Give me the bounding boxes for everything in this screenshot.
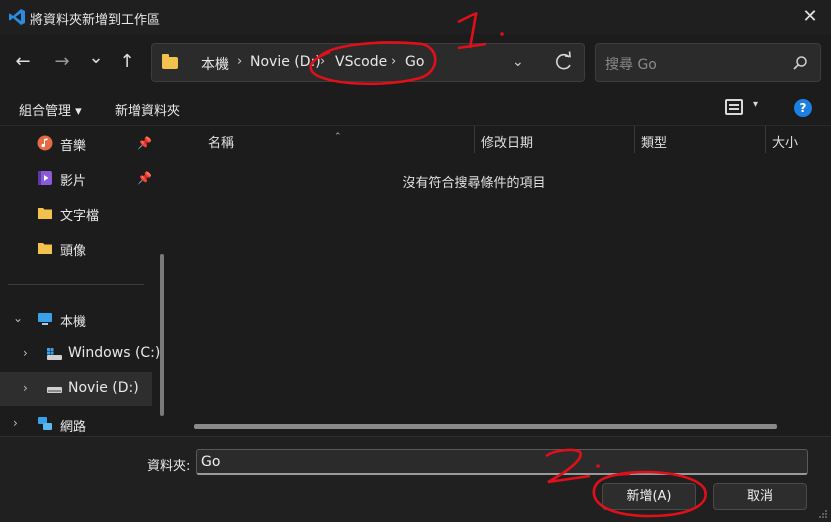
- dialog-footer: 資料夾: 新增(A) 取消: [0, 436, 831, 522]
- sidebar-item-label: 本機: [60, 315, 87, 330]
- sidebar-item-label: Windows (C:): [68, 345, 161, 361]
- sidebar-item-music[interactable]: 音樂 📌: [0, 126, 152, 160]
- resize-grip-icon[interactable]: [818, 509, 828, 519]
- chevron-right-icon[interactable]: ›: [13, 416, 18, 430]
- sidebar-item-videos[interactable]: 影片 📌: [0, 161, 152, 195]
- sidebar-item-text-files[interactable]: 文字檔: [0, 196, 152, 230]
- column-header-label: 大小: [772, 136, 799, 151]
- title-bar: 將資料夾新增到工作區 ✕: [0, 0, 831, 34]
- chevron-right-icon[interactable]: ›: [23, 381, 28, 395]
- chevron-right-icon: ›: [237, 54, 243, 69]
- folder-icon: [38, 208, 52, 219]
- column-header-type[interactable]: 類型: [635, 126, 765, 153]
- navigation-bar: ← → ⌄ ↑ 本機 › Novie (D:) › VScode › Go ⌄ …: [0, 34, 831, 90]
- column-header-modified[interactable]: 修改日期: [475, 126, 634, 153]
- column-header-label: 修改日期: [481, 136, 534, 151]
- search-placeholder: 搜尋 Go: [605, 57, 657, 73]
- sidebar-item-label: 網路: [60, 420, 87, 435]
- pin-icon[interactable]: 📌: [137, 171, 152, 185]
- sidebar-divider: [8, 284, 144, 285]
- address-bar[interactable]: 本機 › Novie (D:) › VScode › Go ⌄: [151, 43, 585, 82]
- search-icon: [793, 56, 807, 70]
- forward-arrow-icon[interactable]: →: [50, 50, 74, 74]
- drive-icon: [47, 387, 62, 393]
- new-folder-button[interactable]: 新增資料夾: [115, 100, 180, 119]
- sidebar-item-label: 音樂: [60, 139, 87, 154]
- column-header-size[interactable]: 大小: [766, 126, 831, 153]
- breadcrumb-go[interactable]: Go: [405, 54, 424, 70]
- music-icon: [37, 135, 53, 151]
- breadcrumb-vscode[interactable]: VScode: [335, 54, 387, 70]
- column-header-name[interactable]: 名稱 ⌃: [174, 126, 474, 153]
- folder-icon: [162, 54, 178, 69]
- chevron-right-icon[interactable]: ›: [23, 346, 28, 360]
- navigation-pane: 音樂 📌 影片 📌 文字檔 頭像 ⌄ 本機 › Windows (C:) › N…: [0, 126, 172, 436]
- help-icon[interactable]: ?: [794, 99, 812, 117]
- sidebar-item-windows-c[interactable]: › Windows (C:): [0, 337, 160, 371]
- up-arrow-icon[interactable]: ↑: [115, 50, 139, 74]
- sidebar-item-novie-d[interactable]: › Novie (D:): [0, 372, 152, 406]
- sidebar-item-avatars[interactable]: 頭像: [0, 231, 152, 265]
- folder-name-input[interactable]: [196, 449, 808, 475]
- add-button[interactable]: 新增(A): [602, 483, 696, 510]
- file-list: 名稱 ⌃ 修改日期 類型 大小 沒有符合搜尋條件的項目: [174, 126, 831, 436]
- search-box[interactable]: 搜尋 Go: [595, 43, 821, 82]
- sidebar-item-label: Novie (D:): [68, 380, 139, 396]
- folder-icon: [38, 243, 52, 254]
- column-header-label: 名稱: [208, 136, 235, 151]
- command-bar: 組合管理 ▾ 新增資料夾 ▾ ?: [0, 90, 831, 126]
- window-title: 將資料夾新增到工作區: [30, 13, 161, 28]
- organize-menu-button[interactable]: 組合管理 ▾: [19, 100, 82, 119]
- video-icon: [38, 171, 52, 185]
- breadcrumb-drive-d[interactable]: Novie (D:): [250, 54, 321, 70]
- folder-field-label: 資料夾:: [147, 459, 191, 474]
- sort-ascending-icon: ⌃: [334, 132, 342, 142]
- view-dropdown-chevron-icon[interactable]: ▾: [753, 99, 758, 110]
- chevron-right-icon: ›: [391, 54, 397, 69]
- sidebar-item-label: 影片: [60, 174, 87, 189]
- system-drive-icon: [47, 348, 62, 360]
- view-details-icon[interactable]: [725, 99, 743, 115]
- chevron-down-icon[interactable]: ⌄: [13, 311, 23, 325]
- cancel-button[interactable]: 取消: [713, 483, 807, 510]
- refresh-icon[interactable]: [543, 43, 583, 82]
- sidebar-item-this-pc[interactable]: ⌄ 本機: [0, 302, 152, 336]
- chevron-right-icon: ›: [320, 54, 326, 69]
- empty-state-message: 沒有符合搜尋條件的項目: [402, 176, 546, 191]
- sidebar-item-label: 文字檔: [60, 209, 100, 224]
- sidebar-scrollbar-thumb[interactable]: [160, 254, 164, 416]
- address-dropdown-chevron-icon[interactable]: ⌄: [512, 54, 524, 70]
- computer-icon: [38, 313, 52, 325]
- vscode-icon: [9, 9, 25, 25]
- sidebar-item-network[interactable]: › 網路: [0, 407, 152, 436]
- recent-locations-chevron-icon[interactable]: ⌄: [84, 46, 108, 70]
- column-header-label: 類型: [641, 136, 668, 151]
- back-arrow-icon[interactable]: ←: [11, 50, 35, 74]
- sidebar-scrollbar[interactable]: [160, 126, 164, 428]
- sidebar-item-label: 頭像: [60, 244, 87, 259]
- horizontal-scrollbar[interactable]: [194, 424, 777, 429]
- breadcrumb-this-pc[interactable]: 本機: [201, 54, 229, 74]
- network-icon: [38, 417, 52, 430]
- pin-icon[interactable]: 📌: [137, 136, 152, 150]
- close-icon[interactable]: ✕: [799, 6, 821, 28]
